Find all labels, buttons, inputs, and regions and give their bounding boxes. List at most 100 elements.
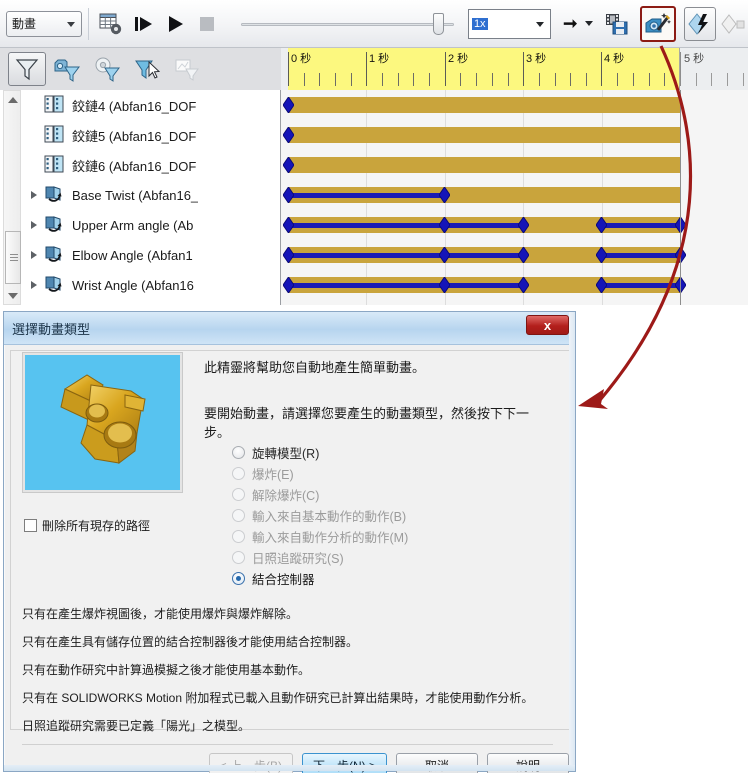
keyframe-diamond-icon[interactable] <box>439 187 450 203</box>
auto-key-button[interactable] <box>684 7 716 41</box>
tree-row[interactable]: Base Twist (Abfan16_ <box>24 180 281 210</box>
keyframe-interpolation-bar[interactable] <box>288 223 523 228</box>
keyframe-interpolation-bar[interactable] <box>602 283 680 288</box>
play-from-start-button[interactable] <box>127 7 159 41</box>
expand-triangle-icon[interactable] <box>24 251 44 259</box>
keyframe-diamond-icon[interactable] <box>596 247 607 263</box>
tree-row[interactable]: Upper Arm angle (Ab <box>24 210 281 240</box>
chevron-up-icon <box>8 97 18 103</box>
keyframe-diamond-icon[interactable] <box>596 277 607 293</box>
tree-vertical-scrollbar[interactable] <box>3 90 21 305</box>
timeline-end-marker <box>680 90 681 305</box>
keyframe-diamond-icon[interactable] <box>283 127 294 143</box>
keyframe-diamond-icon[interactable] <box>439 247 450 263</box>
ruler-tick-minor <box>664 73 665 86</box>
keyframe-diamond-icon[interactable] <box>518 217 529 233</box>
keyframe-interpolation-bar[interactable] <box>602 223 680 228</box>
motion-study-properties-button[interactable] <box>95 7 127 41</box>
filter-all-button[interactable] <box>8 52 46 86</box>
part-preview-image <box>23 353 182 492</box>
tree-row[interactable]: 鉸鏈5 (Abfan16_DOF <box>24 120 281 150</box>
motor-angle-icon <box>44 215 66 235</box>
timeline-tracks[interactable] <box>281 90 748 305</box>
ruler-tick-minor <box>413 73 414 86</box>
timeline-track[interactable] <box>288 157 680 173</box>
save-animation-button[interactable] <box>601 7 633 41</box>
motion-study-type-combo[interactable]: 動畫 <box>6 11 82 37</box>
ruler-label: 4 秒 <box>604 50 624 66</box>
playback-speed-combo[interactable]: 1x <box>468 9 551 39</box>
play-button[interactable] <box>159 7 191 41</box>
radio-option: 爆炸(E) <box>232 463 408 484</box>
mate-hinge-icon <box>44 155 66 175</box>
tree-row[interactable]: 鉸鏈6 (Abfan16_DOF <box>24 150 281 180</box>
radio-option[interactable]: 結合控制器 <box>232 568 408 589</box>
ruler-tick-minor <box>555 73 556 86</box>
delete-existing-paths-checkbox[interactable]: 刪除所有現存的路徑 <box>24 517 150 534</box>
filter-driving-button[interactable] <box>88 52 126 86</box>
scrollbar-thumb[interactable] <box>5 231 21 284</box>
radio-button[interactable] <box>232 572 245 585</box>
radio-button[interactable] <box>232 446 245 459</box>
radio-option-label: 解除爆炸(C) <box>252 485 319 504</box>
keyframe-interpolation-bar[interactable] <box>288 283 523 288</box>
keyframe-diamond-icon[interactable] <box>283 277 294 293</box>
tree-row[interactable]: Wrist Angle (Abfan16 <box>24 270 281 300</box>
intro-line-2: 要開始動畫，請選擇您要產生的動畫類型，然後按下下一步。 <box>204 404 554 443</box>
close-icon[interactable]: x <box>526 315 569 335</box>
keyframe-interpolation-bar[interactable] <box>602 253 680 258</box>
timeline-track[interactable] <box>288 127 680 143</box>
add-key-button[interactable] <box>716 7 748 41</box>
keyframe-diamond-icon[interactable] <box>439 277 450 293</box>
ruler-label: 3 秒 <box>526 50 546 66</box>
keyframe-interpolation-bar[interactable] <box>288 193 445 198</box>
checkbox-box[interactable] <box>24 519 37 532</box>
slider-thumb[interactable] <box>433 13 444 35</box>
stop-button[interactable] <box>191 7 223 41</box>
ruler-label: 2 秒 <box>448 50 468 66</box>
playback-mode-chevron-down-icon[interactable] <box>585 21 593 26</box>
animation-toolbar: 動畫 <box>0 0 748 48</box>
filter-animated-button[interactable] <box>48 52 86 86</box>
dialog-title-bar[interactable]: 選擇動畫類型 x <box>4 312 575 345</box>
filter-and-ruler-row: 0 秒 1 秒 2 秒 3 秒 4 秒 5 秒 <box>0 48 748 90</box>
keyframe-diamond-icon[interactable] <box>283 247 294 263</box>
keyframe-diamond-icon[interactable] <box>283 187 294 203</box>
radio-button <box>232 530 245 543</box>
ruler-tick-minor <box>743 73 744 86</box>
tree-row[interactable]: AForearm twist (Abfan <box>24 300 281 305</box>
filter-results-button[interactable] <box>168 52 206 86</box>
animation-wizard-button[interactable] <box>640 6 676 42</box>
radio-option[interactable]: 旋轉模型(R) <box>232 442 408 463</box>
expand-triangle-icon[interactable] <box>24 221 44 229</box>
radio-option-label: 爆炸(E) <box>252 464 294 483</box>
keyframe-diamond-icon[interactable] <box>518 247 529 263</box>
ruler-tick-minor <box>570 73 571 86</box>
keyframe-diamond-icon[interactable] <box>283 97 294 113</box>
keyframe-interpolation-bar[interactable] <box>288 253 523 258</box>
app-root: 動畫 <box>0 0 748 773</box>
timeline-ruler[interactable]: 0 秒 1 秒 2 秒 3 秒 4 秒 5 秒 <box>281 48 748 90</box>
scroll-down-button[interactable] <box>4 287 22 304</box>
dialog-intro-text: 此精靈將幫助您自動地產生簡單動畫。 要開始動畫，請選擇您要產生的動畫類型，然後按… <box>204 358 554 443</box>
ruler-label: 1 秒 <box>369 50 389 66</box>
ruler-tick-minor <box>696 73 697 86</box>
playback-speed-slider[interactable] <box>241 11 454 37</box>
dialog-note: 只有在動作研究中計算過模擬之後才能使用基本動作。 <box>22 661 552 678</box>
filter-selected-button[interactable] <box>128 52 166 86</box>
timeline-track[interactable] <box>288 97 680 113</box>
scroll-up-button[interactable] <box>4 91 22 108</box>
keyframe-diamond-icon[interactable] <box>596 217 607 233</box>
keyframe-diamond-icon[interactable] <box>283 157 294 173</box>
radio-option: 輸入來自動作分析的動作(M) <box>232 526 408 547</box>
dialog-bottom-edge <box>4 765 575 771</box>
ruler-tick-major <box>680 52 681 86</box>
keyframe-diamond-icon[interactable] <box>439 217 450 233</box>
expand-triangle-icon[interactable] <box>24 191 44 199</box>
keyframe-diamond-icon[interactable] <box>283 217 294 233</box>
keyframe-diamond-icon[interactable] <box>518 277 529 293</box>
tree-row[interactable]: 鉸鏈4 (Abfan16_DOF <box>24 90 281 120</box>
expand-triangle-icon[interactable] <box>24 281 44 289</box>
playback-direction-arrow-icon[interactable]: ➞ <box>563 14 577 34</box>
tree-row[interactable]: Elbow Angle (Abfan1 <box>24 240 281 270</box>
